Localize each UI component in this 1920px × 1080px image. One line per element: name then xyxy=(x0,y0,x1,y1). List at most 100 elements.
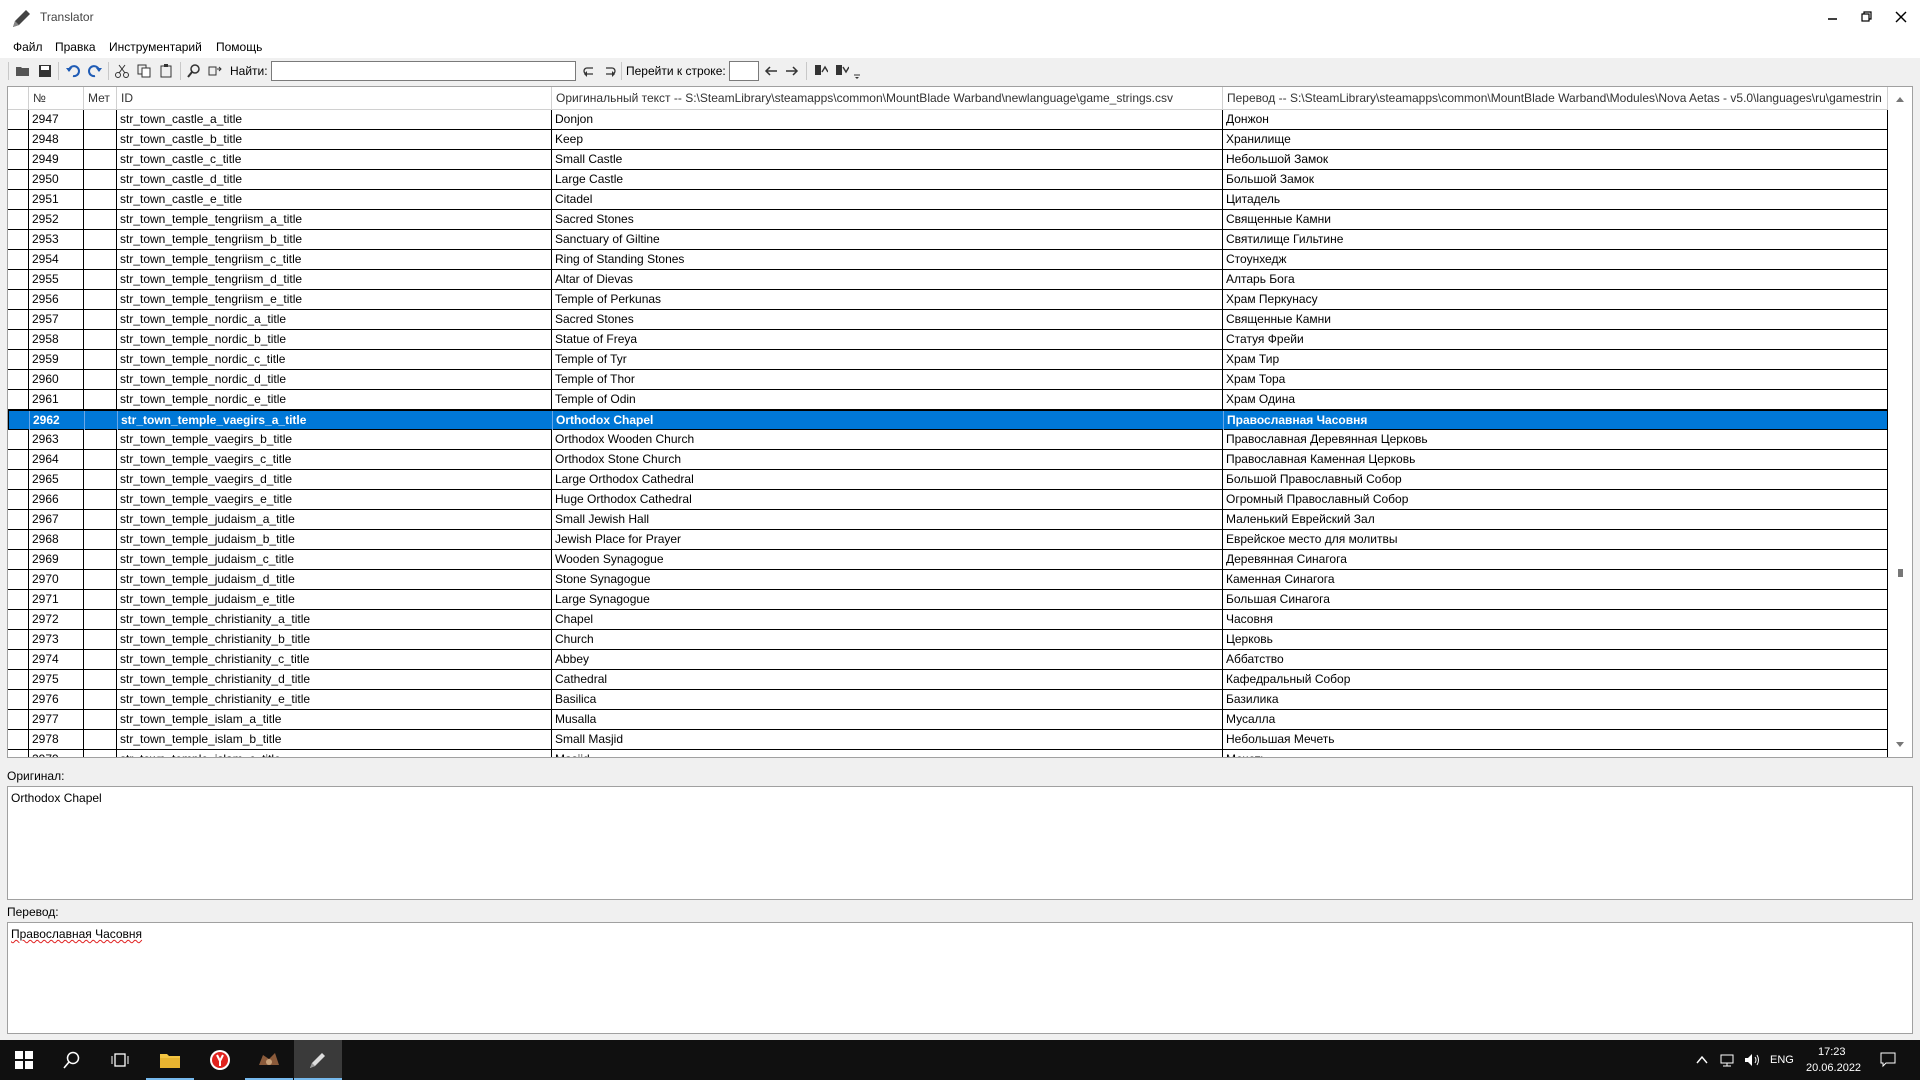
row-header-cell[interactable] xyxy=(8,190,29,209)
row-header-cell[interactable] xyxy=(8,650,29,669)
undo-icon[interactable] xyxy=(64,62,82,80)
table-row[interactable]: 2951 str_town_castle_e_title Citadel Цитаде… xyxy=(8,190,1888,210)
table-row[interactable]: 2948 str_town_castle_b_title Keep Хранилище xyxy=(8,130,1888,150)
replace-icon[interactable] xyxy=(206,62,224,80)
row-header-cell[interactable] xyxy=(8,510,29,529)
row-header-cell[interactable] xyxy=(8,350,29,369)
row-header-cell[interactable] xyxy=(8,490,29,509)
table-row[interactable]: 2972 str_town_temple_christianity_a_title… xyxy=(8,610,1888,630)
table-row[interactable]: 2962 str_town_temple_vaegirs_a_title Ortho… xyxy=(8,410,1889,430)
notifications-icon[interactable] xyxy=(1880,1052,1896,1071)
row-header-cell[interactable] xyxy=(8,470,29,489)
column-header-translation[interactable]: Перевод -- S:\SteamLibrary\steamapps\com… xyxy=(1223,87,1888,109)
table-row[interactable]: 2978 str_town_temple_islam_b_title Small M… xyxy=(8,730,1888,750)
table-row[interactable]: 2973 str_town_temple_christianity_b_title… xyxy=(8,630,1888,650)
find-icon[interactable] xyxy=(185,62,203,80)
table-row[interactable]: 2977 str_town_temple_islam_a_title Musalla… xyxy=(8,710,1888,730)
task-view-icon[interactable] xyxy=(96,1040,144,1080)
arrow-left-icon[interactable] xyxy=(762,62,780,80)
menu-tools[interactable]: Инструментарий xyxy=(109,40,202,54)
paste-icon[interactable] xyxy=(157,62,175,80)
row-header-cell[interactable] xyxy=(8,390,29,409)
row-header-cell[interactable] xyxy=(8,630,29,649)
row-header-cell[interactable] xyxy=(8,450,29,469)
row-header-cell[interactable] xyxy=(8,670,29,689)
table-row[interactable]: 2956 str_town_temple_tengriism_e_title Tem… xyxy=(8,290,1888,310)
row-header-cell[interactable] xyxy=(8,110,29,129)
table-row[interactable]: 2958 str_town_temple_nordic_b_title Statue… xyxy=(8,330,1888,350)
bookmark-down-icon[interactable] xyxy=(832,62,850,80)
table-row[interactable]: 2974 str_town_temple_christianity_c_title… xyxy=(8,650,1888,670)
column-header-id[interactable]: ID xyxy=(117,87,552,109)
table-row[interactable]: 2969 str_town_temple_judaism_c_title Woode… xyxy=(8,550,1888,570)
minimize-button[interactable] xyxy=(1816,0,1850,34)
row-header-cell[interactable] xyxy=(8,170,29,189)
windows-start-icon[interactable] xyxy=(0,1040,48,1080)
row-header-cell[interactable] xyxy=(8,230,29,249)
table-row[interactable]: 2954 str_town_temple_tengriism_c_title Rin… xyxy=(8,250,1888,270)
row-header-cell[interactable] xyxy=(8,250,29,269)
table-row[interactable]: 2964 str_town_temple_vaegirs_c_title Ortho… xyxy=(8,450,1888,470)
mount-blade-game-icon[interactable] xyxy=(245,1040,293,1080)
grid-scrollbar[interactable] xyxy=(1888,87,1912,757)
row-header-cell[interactable] xyxy=(8,270,29,289)
row-header-cell[interactable] xyxy=(8,690,29,709)
row-header-cell[interactable] xyxy=(8,530,29,549)
bookmark-up-icon[interactable] xyxy=(811,62,829,80)
chevron-up-icon[interactable] xyxy=(1696,1054,1708,1068)
redo-icon[interactable] xyxy=(86,62,104,80)
clock-date[interactable]: 20.06.2022 xyxy=(1806,1062,1861,1074)
table-row[interactable]: 2976 str_town_temple_christianity_e_title… xyxy=(8,690,1888,710)
row-header-cell[interactable] xyxy=(9,411,30,430)
row-header-cell[interactable] xyxy=(8,330,29,349)
clock-time[interactable]: 17:23 xyxy=(1818,1046,1846,1058)
search-icon[interactable] xyxy=(48,1040,96,1080)
menu-edit[interactable]: Правка xyxy=(55,40,96,54)
network-icon[interactable] xyxy=(1720,1052,1736,1071)
table-row[interactable]: 2975 str_town_temple_christianity_d_title… xyxy=(8,670,1888,690)
save-icon[interactable] xyxy=(36,62,54,80)
table-row[interactable]: 2953 str_town_temple_tengriism_b_title San… xyxy=(8,230,1888,250)
original-text-area[interactable]: Orthodox Chapel xyxy=(7,786,1913,900)
row-header-cell[interactable] xyxy=(8,290,29,309)
table-row[interactable]: 2967 str_town_temple_judaism_a_title Small… xyxy=(8,510,1888,530)
menu-file[interactable]: Файл xyxy=(13,40,43,54)
column-header-number[interactable]: № xyxy=(29,87,84,109)
language-indicator[interactable]: ENG xyxy=(1770,1054,1794,1066)
table-row[interactable]: 2949 str_town_castle_c_title Small Castle Н… xyxy=(8,150,1888,170)
table-row[interactable]: 2971 str_town_temple_judaism_e_title Large… xyxy=(8,590,1888,610)
table-row[interactable]: 2979 str_town_temple_islam_c_titleMasjidМ… xyxy=(8,750,1888,757)
translator-taskbar-icon[interactable] xyxy=(294,1040,342,1080)
toolbar-overflow-icon[interactable] xyxy=(852,62,862,80)
table-row[interactable]: 2963 str_town_temple_vaegirs_b_title Ortho… xyxy=(8,430,1888,450)
table-row[interactable]: 2957 str_town_temple_nordic_a_title Sacred… xyxy=(8,310,1888,330)
row-header-cell[interactable] xyxy=(8,570,29,589)
row-header-cell[interactable] xyxy=(8,750,29,757)
column-header-mark[interactable]: Мет xyxy=(84,87,117,109)
column-header-original[interactable]: Оригинальный текст -- S:\SteamLibrary\st… xyxy=(552,87,1223,109)
row-header-cell[interactable] xyxy=(8,150,29,169)
open-folder-icon[interactable] xyxy=(14,62,32,80)
restore-button[interactable] xyxy=(1850,0,1884,34)
row-header-cell[interactable] xyxy=(8,310,29,329)
table-row[interactable]: 2947 str_town_castle_a_title Donjon Донжон xyxy=(8,110,1888,130)
row-header-cell[interactable] xyxy=(8,590,29,609)
file-explorer-icon[interactable] xyxy=(146,1040,194,1080)
copy-icon[interactable] xyxy=(135,62,153,80)
table-row[interactable]: 2965 str_town_temple_vaegirs_d_title Large… xyxy=(8,470,1888,490)
table-row[interactable]: 2960 str_town_temple_nordic_d_title Temple… xyxy=(8,370,1888,390)
translation-text-area[interactable]: Православная Часовня xyxy=(7,922,1913,1034)
row-header-cell[interactable] xyxy=(8,730,29,749)
table-row[interactable]: 2961 str_town_temple_nordic_e_title Temple… xyxy=(8,390,1888,410)
table-row[interactable]: 2950 str_town_castle_d_title Large Castle Б… xyxy=(8,170,1888,190)
goto-line-input[interactable] xyxy=(729,61,759,81)
find-previous-icon[interactable] xyxy=(580,62,598,80)
volume-icon[interactable] xyxy=(1744,1052,1762,1071)
yandex-browser-icon[interactable] xyxy=(196,1040,244,1080)
row-header-cell[interactable] xyxy=(8,550,29,569)
find-next-icon[interactable] xyxy=(601,62,619,80)
table-row[interactable]: 2968 str_town_temple_judaism_b_title Jewis… xyxy=(8,530,1888,550)
table-row[interactable]: 2966 str_town_temple_vaegirs_e_title Huge … xyxy=(8,490,1888,510)
arrow-right-icon[interactable] xyxy=(783,62,801,80)
find-input[interactable] xyxy=(271,61,576,81)
